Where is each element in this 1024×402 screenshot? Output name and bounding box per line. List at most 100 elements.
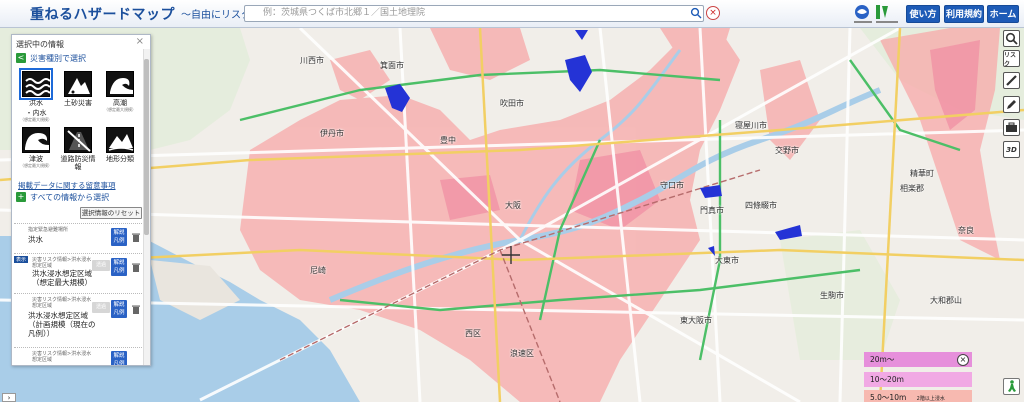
back-arrow-icon: < [16,53,26,63]
clear-search-button[interactable]: × [706,6,720,20]
category-label: 土砂災害 [64,99,92,107]
category-label: 道路防災情報 [60,155,96,171]
by-disaster-header[interactable]: < 災害種別で選択 [16,52,86,64]
map-place-label: 西区 [465,329,481,338]
map-place-label: 四條畷市 [745,201,777,210]
map-place-label: 大阪 [505,201,521,210]
legend-button[interactable]: 解説 凡例 [111,351,127,365]
all-info-label: すべての情報から選択 [30,192,110,202]
layer-category: 災害リスク情報>洪水浸水想定区域 [32,297,92,309]
map-place-label: 東大阪市 [680,316,712,325]
map-place-label: 相楽郡 [900,184,924,193]
search-icon[interactable] [690,7,702,19]
map-place-label: 奈良 [958,226,974,235]
terrain-icon [106,127,134,153]
map-place-label: 交野市 [775,146,799,155]
flood-icon [19,68,53,100]
map-place-label: 生駒市 [820,291,844,300]
toolbox-icon [1006,122,1017,132]
3d-icon: 3D [1006,145,1017,154]
reset-selection-button[interactable]: 選択情報のリセット [80,207,142,219]
map-place-label: 精華町 [910,169,934,178]
legend-close-button[interactable]: × [957,354,969,366]
walker-icon [1008,380,1016,392]
map-place-label: 浪速区 [510,349,534,358]
category-label: 高潮 [113,99,127,107]
layer-category: 災害リスク情報>洪水浸水想定区域 [32,351,92,363]
3d-button[interactable]: 3D [1003,141,1020,158]
legend-row-label: 5.0～10m [870,393,907,402]
toolbox-button[interactable] [1003,119,1020,136]
category-note: （想定最大規模） [20,117,52,122]
organization-logos [854,5,898,23]
crosshair-icon [502,246,520,264]
landslide-icon [64,71,92,97]
storm-surge-icon [106,71,134,97]
data-notes-link[interactable]: 掲載データに関する留意事項 [18,180,116,191]
layer-item: 表示 災害リスク情報>洪水浸水想定区域 洪水浸水想定区域（想定最大規模） 透過 … [14,253,142,293]
search-input[interactable]: 例：茨城県つくば市北郷１／国土地理院 [244,5,704,22]
layer-name: 洪水浸水想定区域（想定最大規模） [32,269,92,287]
map-place-label: 大東市 [715,256,739,265]
category-flood[interactable]: 洪水 ・内水 （想定最大規模） [18,68,54,123]
selection-panel: 選択中の情報 × < 災害種別で選択 洪水 ・内水 （想定最大規模） 土砂災害 … [11,34,151,366]
trash-icon[interactable] [132,233,140,242]
layer-name: 洪水浸水想定区域（計画規模（現在の凡例）） [28,311,96,338]
home-button[interactable]: ホーム [987,5,1019,23]
category-note: （想定最大規模） [20,163,52,168]
app-title[interactable]: 重ねるハザードマップ [30,4,175,24]
plus-icon: + [16,192,26,202]
layer-item: 指定緊急避難場所 洪水 解説 凡例 [14,223,142,249]
category-road[interactable]: 道路防災情報 [60,127,96,171]
draw-tool-button[interactable] [1003,96,1020,113]
layer-name: 洪水 [28,235,43,244]
legend-row: 20m～ [864,352,972,367]
by-disaster-label: 災害種別で選択 [30,53,86,63]
category-landslide[interactable]: 土砂災害 [60,71,96,107]
map-place-label: 大和郡山 [930,296,962,305]
map-place-label: 川西市 [300,56,324,65]
legend-button[interactable]: 解説 凡例 [111,258,127,276]
trash-icon[interactable] [132,263,140,272]
legend-row: 10～20m [864,372,972,387]
map-place-label: 守口市 [660,181,684,190]
panel-close-button[interactable]: × [136,36,144,47]
category-storm-surge[interactable]: 高潮 （想定最大規模） [102,71,138,113]
search-tool-icon [1005,32,1018,45]
measure-tool-button[interactable] [1003,72,1020,89]
measure-tool-icon [1006,75,1017,86]
terms-button[interactable]: 利用規約 [944,5,984,23]
how-to-use-button[interactable]: 使い方 [906,5,940,23]
shown-badge: 表示 [14,256,29,263]
legend-row: 5.0～10m 2階以上浸水 [864,390,972,402]
search-tool-button[interactable] [1003,30,1020,47]
category-label-2: ・内水 [25,109,47,117]
map-canvas[interactable] [0,28,1024,402]
layer-category: 指定緊急避難場所 [28,227,69,233]
opacity-toggle[interactable]: 透過 [92,302,110,313]
corner-expand-button[interactable]: › [2,393,16,402]
map-place-label: 吹田市 [500,99,524,108]
category-label: 津波 [29,155,43,163]
legend-button[interactable]: 解説 凡例 [111,300,127,318]
street-view-button[interactable] [1003,378,1020,395]
category-note: （想定最大規模） [104,107,136,112]
trash-icon[interactable] [132,305,140,314]
panel-title: 選択中の情報 [16,40,64,49]
map-place-label: 伊丹市 [320,129,344,138]
risk-tool-button[interactable]: リスク [1003,50,1020,68]
layer-item: 災害リスク情報>洪水浸水想定区域 解説 凡例 [14,347,142,365]
depth-legend: 20m～ 10～20m 5.0～10m 2階以上浸水 × [864,352,972,402]
opacity-toggle[interactable]: 透過 [92,260,110,271]
map-place-label: 豊中 [440,136,456,145]
legend-button[interactable]: 解説 凡例 [111,228,127,246]
panel-scroll-thumb[interactable] [144,59,149,235]
category-label: 地形分類 [106,155,134,163]
hazard-map[interactable]: 伊丹市 吹田市 豊中 守口市 門真市 四條畷市 交野市 寝屋川市 大東市 東大阪市 尼崎 大阪 西区 浪速… [0,28,1024,402]
layer-category: 災害リスク情報>洪水浸水想定区域 [32,257,92,269]
map-place-label: 門真市 [700,206,724,215]
all-info-header[interactable]: + すべての情報から選択 [16,191,109,203]
category-terrain[interactable]: 地形分類 [102,127,138,163]
map-place-label: 箕面市 [380,61,404,70]
category-tsunami[interactable]: 津波 （想定最大規模） [18,127,54,169]
